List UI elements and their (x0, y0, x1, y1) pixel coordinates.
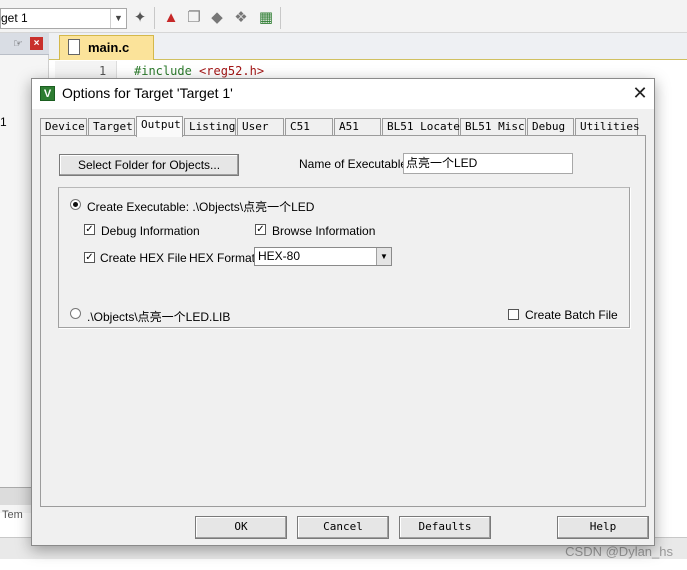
line-number: 1 (99, 64, 107, 78)
target-select[interactable]: get 1 ▼ (0, 8, 127, 29)
help-button[interactable]: Help (557, 516, 649, 539)
tab-main-c[interactable]: main.c (59, 35, 154, 60)
diamond-icon[interactable]: ◆ (208, 9, 226, 27)
ok-button[interactable]: OK (195, 516, 287, 539)
code-line: #include <reg52.h> (134, 64, 264, 78)
browse-information-checkbox[interactable]: ✓ (255, 224, 266, 235)
dialog-title-bar[interactable]: V Options for Target 'Target 1' ✕ (32, 79, 654, 109)
manage-components-icon[interactable]: ▲ (162, 9, 180, 27)
code-directive: #include (134, 64, 192, 78)
create-hex-file-label: Create HEX File (100, 251, 187, 265)
chevron-down-icon[interactable]: ▼ (376, 248, 391, 265)
tab-bl51-misc[interactable]: BL51 Misc (460, 118, 526, 136)
create-batch-file-checkbox[interactable] (508, 309, 519, 320)
tab-device[interactable]: Device (40, 118, 87, 136)
create-library-label: .\Objects\点亮一个LED.LIB (87, 310, 231, 324)
defaults-button[interactable]: Defaults (399, 516, 491, 539)
dialog-title: Options for Target 'Target 1' (62, 85, 233, 101)
pin-icon[interactable]: ☞ (13, 37, 23, 50)
editor-tab-bar: main.c (49, 33, 687, 60)
project-tree-stub: 1 (0, 115, 7, 129)
copy-icon[interactable]: ❐ (185, 9, 203, 27)
name-of-executable-input[interactable]: 点亮一个LED (403, 153, 573, 174)
options-dialog: V Options for Target 'Target 1' ✕ Device… (31, 78, 655, 546)
tab-debug[interactable]: Debug (527, 118, 574, 136)
templates-tab[interactable]: Tem (0, 509, 23, 521)
run-time-icon[interactable]: ▦ (257, 9, 275, 27)
create-executable-label: Create Executable: .\Objects\点亮一个LED (87, 200, 315, 214)
project-pane-header: ☞ × (0, 33, 49, 55)
create-executable-radio[interactable] (70, 199, 81, 210)
target-select-value: get 1 (1, 11, 28, 25)
select-folder-button[interactable]: Select Folder for Objects... (59, 154, 239, 176)
output-tab-panel: Select Folder for Objects... Name of Exe… (40, 135, 646, 507)
toolbar-separator (154, 7, 155, 29)
tab-utilities[interactable]: Utilities (575, 118, 640, 136)
debug-information-checkbox[interactable]: ✓ (84, 224, 95, 235)
tab-bl51-locate[interactable]: BL51 Locate (382, 118, 460, 136)
tab-label: main.c (88, 40, 130, 55)
tab-a51[interactable]: A51 (334, 118, 381, 136)
magic-wand-icon[interactable]: ✦ (131, 9, 149, 27)
code-header: <reg52.h> (199, 64, 265, 78)
keil-app-icon: V (40, 86, 55, 101)
output-options-group: Create Executable: .\Objects\点亮一个LED ✓ D… (58, 187, 630, 328)
tab-target[interactable]: Target (88, 118, 135, 136)
hex-format-value: HEX-80 (258, 249, 301, 263)
watermark: CSDN @Dylan_hs (565, 544, 673, 559)
create-batch-file-label: Create Batch File (525, 308, 618, 322)
tab-listing[interactable]: Listing (184, 118, 236, 136)
debug-information-label: Debug Information (101, 224, 200, 238)
create-hex-file-checkbox[interactable]: ✓ (84, 252, 95, 263)
document-icon (68, 39, 80, 55)
tab-output[interactable]: Output (136, 116, 183, 137)
ide-toolbar: get 1 ▼ ✦ ▲ ❐ ◆ ❖ ▦ (0, 0, 687, 33)
close-icon[interactable]: ✕ (629, 82, 651, 104)
cancel-button[interactable]: Cancel (297, 516, 389, 539)
create-library-radio[interactable] (70, 308, 81, 319)
pack-installer-icon[interactable]: ❖ (232, 9, 250, 27)
browse-information-label: Browse Information (272, 224, 376, 238)
tab-user[interactable]: User (237, 118, 284, 136)
name-of-executable-label: Name of Executable: (299, 157, 411, 171)
tab-c51[interactable]: C51 (285, 118, 333, 136)
hex-format-label: HEX Format: (189, 251, 259, 265)
hex-format-select[interactable]: HEX-80 ▼ (254, 247, 392, 266)
chevron-down-icon[interactable]: ▼ (110, 9, 126, 28)
toolbar-separator (280, 7, 281, 29)
tab-strip: Device Target Output Listing User C51 A5… (40, 116, 646, 137)
close-icon[interactable]: × (30, 37, 43, 50)
